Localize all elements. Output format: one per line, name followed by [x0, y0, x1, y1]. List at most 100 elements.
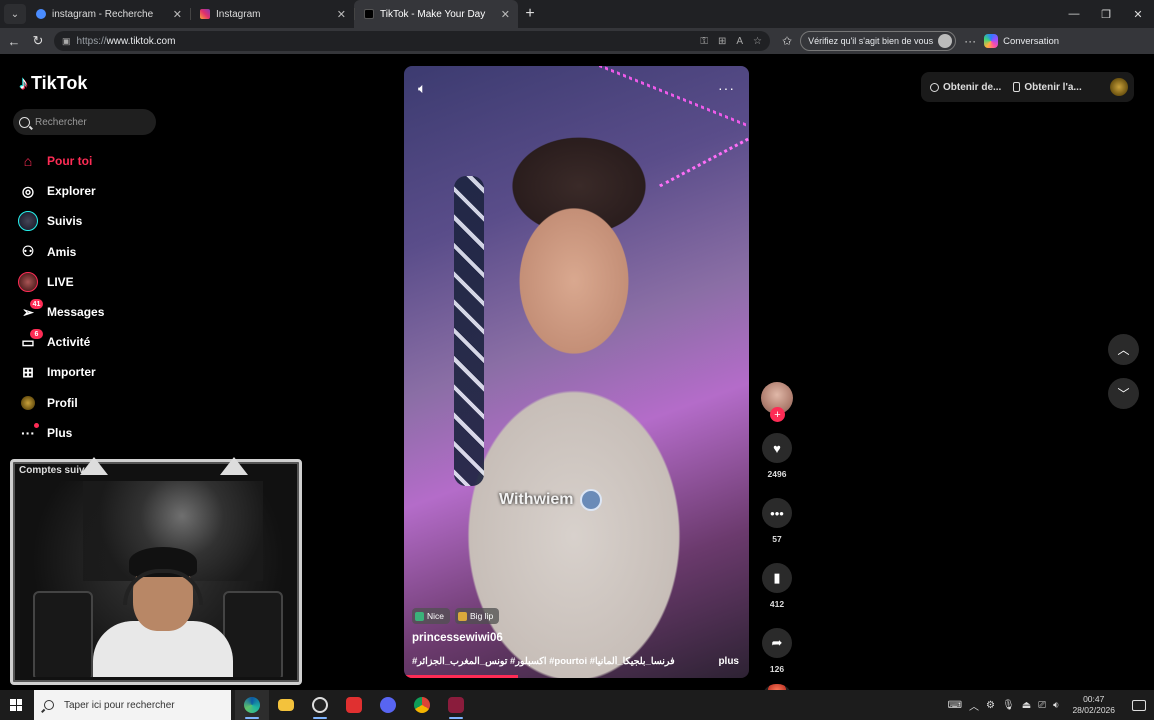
favorites-icon[interactable]: ✩ — [782, 34, 792, 48]
scarf — [454, 176, 484, 486]
effect-icon — [458, 611, 468, 621]
chrome-app[interactable] — [405, 690, 439, 720]
tray-chevron-icon[interactable]: ︿ — [969, 698, 979, 713]
get-app-button[interactable]: Obtenir l'a... — [1013, 82, 1082, 93]
key-icon[interactable]: ⚿ — [700, 36, 708, 47]
minimize-icon[interactable]: — — [1058, 8, 1090, 21]
share-action[interactable]: ➦ 126 — [759, 628, 795, 674]
video-author[interactable]: princessewiwi06 — [412, 632, 503, 644]
copilot-label: Conversation — [1003, 35, 1060, 47]
favorite-star-icon[interactable]: ☆ — [753, 36, 762, 47]
user-avatar[interactable] — [1110, 78, 1128, 96]
sidebar-item-live[interactable]: LIVE — [17, 267, 104, 297]
sidebar-item-plus[interactable]: ··· Plus — [17, 418, 104, 448]
close-tab-icon[interactable]: ✕ — [501, 8, 510, 21]
tab-instagram[interactable]: Instagram ✕ — [190, 0, 354, 28]
tray-app-icon[interactable]: ⚙ — [986, 700, 995, 711]
search-input[interactable] — [35, 116, 145, 128]
video-more-icon[interactable]: ··· — [718, 80, 735, 96]
get-coins-label: Obtenir de... — [943, 81, 1002, 93]
sidebar-item-label: Pour toi — [47, 154, 93, 169]
copilot-button[interactable]: Conversation — [984, 34, 1059, 48]
restore-icon[interactable]: ❐ — [1090, 8, 1122, 21]
effect-tag[interactable]: Big lip — [455, 608, 500, 624]
previous-video-button[interactable]: ︿ — [1108, 334, 1139, 365]
search-icon — [36, 9, 46, 19]
start-button[interactable] — [0, 699, 32, 711]
refresh-icon[interactable]: ↻ — [26, 33, 50, 49]
followed-accounts-title: Comptes suiv — [19, 465, 85, 476]
notifications-icon[interactable] — [1132, 699, 1146, 711]
notification-dot — [34, 422, 39, 428]
creator-avatar[interactable]: + — [761, 382, 793, 422]
mic-icon[interactable]: 🎙︎ — [1002, 700, 1015, 711]
tab-tiktok[interactable]: TikTok - Make Your Day ✕ — [354, 0, 518, 28]
more-menu-icon[interactable]: ··· — [964, 34, 976, 48]
tiktok-logo[interactable]: ♪ TikTok — [19, 73, 87, 94]
taskbar-search-placeholder: Taper ici pour rechercher — [64, 699, 175, 711]
share-icon[interactable]: ➦ — [762, 628, 792, 658]
effect-tag[interactable]: Nice — [412, 608, 451, 624]
sidebar-nav: ⌂ Pour toi ◎ Explorer Suivis ⚇ Amis LIVE… — [17, 146, 104, 448]
following-icon — [17, 211, 39, 232]
url-field[interactable]: ▣ https:// www.tiktok.com ⚿ ⊞ A ☆ — [54, 31, 770, 51]
edge-app[interactable] — [235, 690, 269, 720]
search-bar[interactable] — [13, 109, 156, 135]
close-window-icon[interactable]: ✕ — [1122, 8, 1154, 21]
sidebar-item-explorer[interactable]: ◎ Explorer — [17, 176, 104, 206]
sidebar-item-messages[interactable]: ➢ 41 Messages — [17, 297, 104, 327]
back-icon[interactable]: ← — [2, 34, 26, 49]
volume-icon[interactable]: 🔈︎ — [418, 80, 426, 97]
messages-icon: ➢ 41 — [17, 299, 43, 322]
obs-app[interactable] — [303, 690, 337, 720]
anydesk-app[interactable] — [337, 690, 371, 720]
close-tab-icon[interactable]: ✕ — [337, 8, 346, 21]
clock[interactable]: 00:47 28/02/2026 — [1072, 694, 1115, 716]
caption-more-button[interactable]: plus — [718, 656, 739, 667]
sidebar-item-label: Amis — [47, 244, 77, 259]
windows-taskbar: Taper ici pour rechercher ⌨ ︿ ⚙ 🎙︎ ⏏ ⎚ 🔉… — [0, 690, 1154, 720]
sidebar-item-label: Suivis — [47, 214, 83, 229]
new-tab-button[interactable]: + — [518, 5, 542, 23]
windows-logo-icon — [10, 699, 22, 711]
heart-icon[interactable]: ♥ — [762, 433, 792, 463]
comment-action[interactable]: ••• 57 — [759, 498, 795, 544]
discord-app[interactable] — [371, 690, 405, 720]
sidebar-item-profil[interactable]: Profil — [17, 388, 104, 418]
tab-actions-menu-icon[interactable]: ⌄ — [4, 4, 26, 24]
network-icon[interactable]: ⎚ — [1038, 700, 1046, 711]
save-action[interactable]: ▮ 412 — [759, 563, 795, 609]
verify-label: Vérifiez qu'il s'agit bien de vous — [808, 36, 934, 46]
file-explorer-app[interactable] — [269, 690, 303, 720]
close-tab-icon[interactable]: ✕ — [173, 8, 182, 21]
next-video-button[interactable]: ﹀ — [1108, 378, 1139, 409]
sidebar-item-suivis[interactable]: Suivis — [17, 206, 104, 236]
media-app[interactable] — [439, 690, 473, 720]
like-action[interactable]: ♥ 2496 — [759, 433, 795, 479]
chevron-up-icon: ︿ — [1117, 343, 1130, 357]
apps-icon[interactable]: ⊞ — [718, 36, 726, 47]
video-progress-bar[interactable] — [404, 675, 518, 678]
profile-verify-button[interactable]: Vérifiez qu'il s'agit bien de vous — [800, 31, 957, 51]
sidebar-item-label: Plus — [47, 425, 73, 440]
copilot-icon — [984, 34, 999, 48]
usb-icon[interactable]: ⏏ — [1022, 700, 1031, 711]
site-info-icon[interactable]: ▣ — [62, 36, 71, 47]
sidebar-item-label: Importer — [47, 365, 96, 380]
tab-instagram-search[interactable]: instagram - Recherche ✕ — [26, 0, 190, 28]
sidebar-item-importer[interactable]: ⊞ Importer — [17, 357, 104, 387]
effect-label: Big lip — [470, 611, 494, 621]
sidebar-item-activite[interactable]: ▭ 6 Activité — [17, 327, 104, 357]
bookmark-icon[interactable]: ▮ — [762, 563, 792, 593]
activity-icon: ▭ 6 — [17, 329, 43, 352]
get-coins-button[interactable]: Obtenir de... — [930, 82, 1001, 93]
translate-icon[interactable]: A — [736, 36, 743, 47]
volume-icon[interactable]: 🔉︎ — [1053, 700, 1059, 711]
video-player[interactable]: 🔈︎ ··· Withwiem Nice Big lip princessewi… — [404, 66, 749, 678]
sidebar-item-amis[interactable]: ⚇ Amis — [17, 237, 104, 267]
follow-plus-icon[interactable]: + — [770, 407, 785, 422]
keyboard-icon[interactable]: ⌨ — [948, 700, 962, 711]
taskbar-search[interactable]: Taper ici pour rechercher — [34, 690, 231, 720]
comment-icon[interactable]: ••• — [762, 498, 792, 528]
sidebar-item-pour-toi[interactable]: ⌂ Pour toi — [17, 146, 104, 176]
